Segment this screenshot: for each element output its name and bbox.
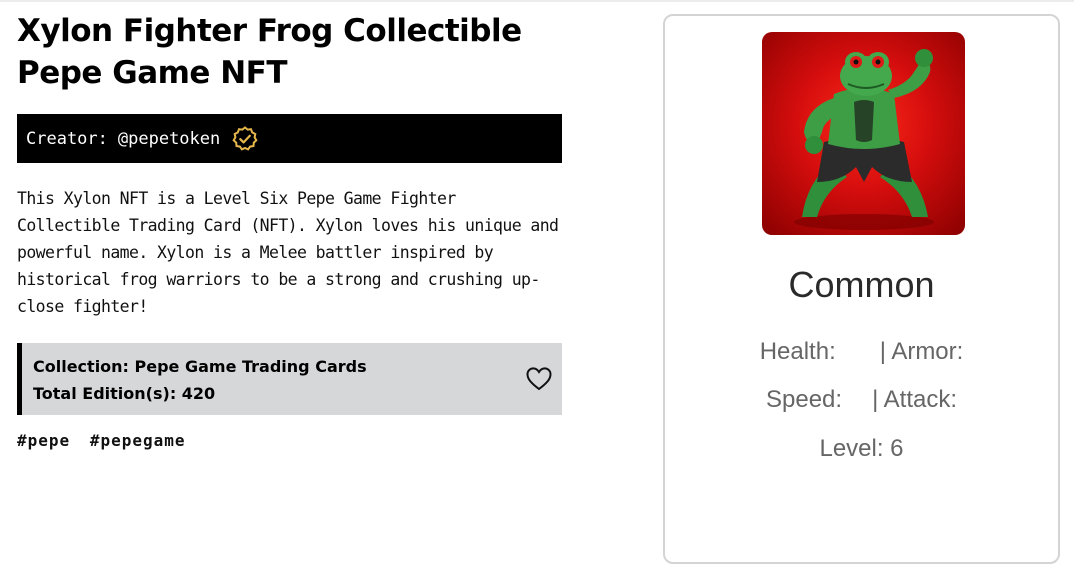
heart-icon[interactable] bbox=[525, 365, 553, 393]
attack-label: | Attack: bbox=[872, 386, 957, 413]
creator-label: Creator: bbox=[26, 128, 108, 149]
level-label: Level: 6 bbox=[819, 435, 904, 462]
rarity-label: Common bbox=[788, 264, 935, 305]
collection-name: Collection: Pepe Game Trading Cards bbox=[33, 357, 367, 376]
frog-fighter-illustration bbox=[794, 49, 934, 230]
health-armor-row: Health: | Armor: bbox=[665, 338, 1058, 366]
total-editions: Total Edition(s): 420 bbox=[33, 384, 216, 403]
nft-card: Common Health: | Armor: Speed: | Attack: L… bbox=[663, 14, 1060, 564]
health-label: Health: bbox=[759, 338, 836, 365]
title-line-2: Pepe Game NFT bbox=[17, 55, 288, 91]
armor-label: | Armor: bbox=[879, 338, 964, 365]
speed-label: Speed: bbox=[765, 386, 843, 413]
creator-handle[interactable]: @pepetoken bbox=[118, 129, 220, 149]
speed-attack-row: Speed: | Attack: bbox=[665, 386, 1058, 414]
nft-description: This Xylon NFT is a Level Six Pepe Game … bbox=[17, 189, 559, 316]
top-divider bbox=[0, 0, 1074, 2]
tag-list: #pepe #pepegame bbox=[17, 431, 562, 450]
title-line-1: Xylon Fighter Frog Collectible bbox=[17, 13, 522, 49]
collection-box: Collection: Pepe Game Trading Cards Tota… bbox=[17, 343, 562, 415]
nft-details: Xylon Fighter Frog Collectible Pepe Game… bbox=[17, 10, 562, 450]
verified-check-icon bbox=[232, 125, 258, 151]
page-title: Xylon Fighter Frog Collectible Pepe Game… bbox=[17, 10, 562, 94]
creator-bar: Creator: @pepetoken bbox=[17, 114, 562, 163]
tag-pepegame[interactable]: #pepegame bbox=[90, 431, 186, 450]
frog-fighter-image bbox=[762, 32, 965, 235]
tag-pepe[interactable]: #pepe bbox=[17, 431, 70, 450]
